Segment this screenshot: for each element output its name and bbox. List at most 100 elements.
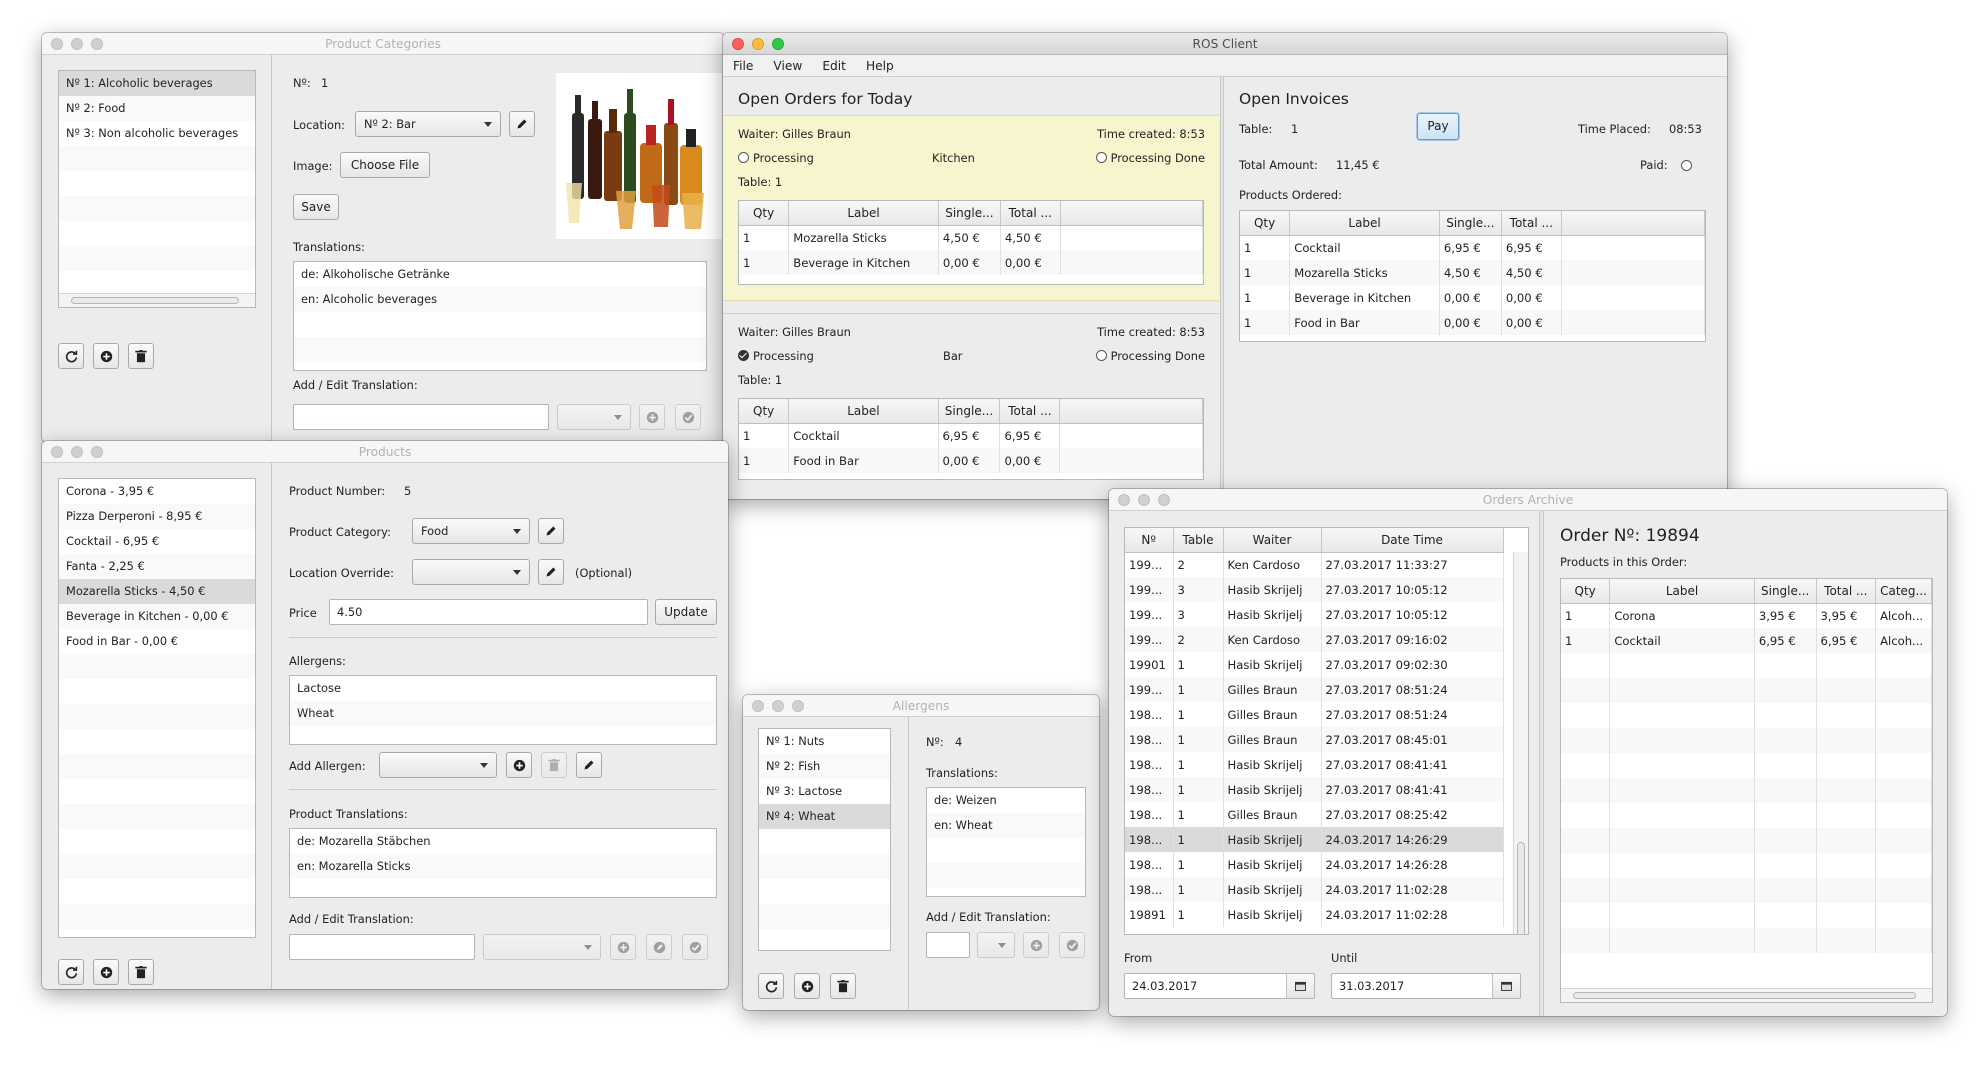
close-dot[interactable] (752, 700, 764, 712)
zoom-dot[interactable] (772, 38, 784, 50)
col-label[interactable]: Label (1289, 211, 1440, 236)
translations-list[interactable]: de: Weizen en: Wheat (926, 787, 1086, 897)
until-date-input[interactable]: 31.03.2017 (1331, 973, 1521, 999)
col-category[interactable]: Categ... (1875, 579, 1932, 604)
scrollbar-thumb[interactable] (71, 297, 239, 304)
minimize-dot[interactable] (1138, 494, 1150, 506)
list-item[interactable]: Beverage in Kitchen - 0,00 € (59, 604, 255, 629)
table-row[interactable]: 19891 1 Hasib Skrijelj 24.03.2017 11:02:28 (1125, 902, 1504, 927)
table-row[interactable]: 19901 1 Hasib Skrijelj 27.03.2017 09:02:30 (1125, 652, 1504, 677)
list-item[interactable]: Nº 3: Lactose (759, 779, 890, 804)
menu-file[interactable]: File (723, 55, 763, 76)
list-item[interactable]: Nº 1: Nuts (759, 729, 890, 754)
edit-translation-button[interactable] (646, 934, 672, 960)
translation-input[interactable] (926, 932, 970, 958)
col-single[interactable]: Single... (1754, 579, 1817, 604)
splitter[interactable] (1539, 511, 1544, 1016)
splitter[interactable] (1220, 77, 1224, 499)
col-number[interactable]: Nº (1125, 528, 1174, 553)
col-date-time[interactable]: Date Time (1321, 528, 1504, 553)
scrollbar-thumb[interactable] (1517, 842, 1525, 934)
add-button[interactable] (93, 343, 119, 369)
processing-done-radio[interactable]: Processing Done (1095, 349, 1205, 363)
processing-done-radio[interactable]: Processing Done (1095, 151, 1205, 165)
location-select[interactable]: Nº 2: Bar (355, 111, 501, 137)
table-row[interactable]: 1 Food in Bar 0,00 €0,00 € (1240, 310, 1705, 335)
translations-list[interactable]: de: Alkoholische Getränke en: Alcoholic … (293, 261, 707, 371)
order-items-table[interactable]: Qty Label Single... Total ... 1 Mozarella St… (738, 200, 1204, 285)
delete-button[interactable] (128, 343, 154, 369)
delete-allergen-button[interactable] (541, 752, 567, 778)
order-card[interactable]: Waiter: Gilles Braun Time created: 8:53 … (723, 115, 1219, 301)
location-override-select[interactable] (412, 559, 530, 585)
close-dot[interactable] (51, 38, 63, 50)
price-input[interactable]: 4.50 (329, 599, 648, 625)
table-row[interactable]: 1 Cocktail 6,95 €6,95 € (739, 423, 1203, 448)
col-total[interactable]: Total ... (1816, 579, 1877, 604)
order-items-table[interactable]: Qty Label Single... Total ... 1 Cocktail 6,95… (738, 398, 1204, 480)
menu-view[interactable]: View (763, 55, 812, 76)
col-single[interactable]: Single... (938, 201, 1001, 226)
update-button[interactable]: Update (655, 599, 717, 625)
splitter[interactable] (271, 463, 272, 989)
col-qty[interactable]: Qty (1240, 211, 1291, 236)
table-row[interactable]: 199... 2 Ken Cardoso 27.03.2017 09:16:02 (1125, 627, 1504, 652)
list-item[interactable]: en: Mozarella Sticks (290, 854, 716, 879)
table-row[interactable]: 198... 1 Hasib Skrijelj 24.03.2017 14:26:28 (1125, 852, 1504, 877)
list-item[interactable]: Lactose (290, 676, 716, 701)
horizontal-scrollbar[interactable] (1561, 988, 1932, 1002)
table-row[interactable]: 1 Cocktail 6,95 €6,95 € (1240, 235, 1705, 260)
list-item[interactable]: Wheat (290, 701, 716, 726)
list-item[interactable]: Nº 1: Alcoholic beverages (59, 71, 255, 96)
list-item[interactable]: Nº 3: Non alcoholic beverages (59, 121, 255, 146)
calendar-button[interactable] (1286, 974, 1314, 998)
edit-allergen-button[interactable] (576, 752, 602, 778)
translation-input[interactable] (289, 934, 475, 960)
minimize-dot[interactable] (71, 446, 83, 458)
confirm-translation-button[interactable] (675, 404, 701, 430)
refresh-button[interactable] (58, 959, 84, 985)
table-row[interactable]: 198... 1 Gilles Braun 27.03.2017 08:45:01 (1125, 727, 1504, 752)
col-qty[interactable]: Qty (739, 399, 790, 424)
col-waiter[interactable]: Waiter (1223, 528, 1322, 553)
list-item[interactable]: de: Alkoholische Getränke (294, 262, 706, 287)
table-row[interactable]: 198... 1 Hasib Skrijelj 24.03.2017 11:02:28 (1125, 877, 1504, 902)
col-table[interactable]: Table (1173, 528, 1224, 553)
table-row[interactable]: 199... 3 Hasib Skrijelj 27.03.2017 10:05:12 (1125, 602, 1504, 627)
pay-button[interactable]: Pay (1417, 113, 1459, 140)
splitter[interactable] (908, 717, 909, 1010)
order-card[interactable]: Waiter: Gilles Braun Time created: 8:53 … (723, 313, 1219, 491)
list-item[interactable]: de: Mozarella Stäbchen (290, 829, 716, 854)
table-row[interactable]: 198... 1 Hasib Skrijelj 27.03.2017 08:41:41 (1125, 777, 1504, 802)
list-item[interactable]: Corona - 3,95 € (59, 479, 255, 504)
list-item[interactable]: en: Wheat (927, 813, 1085, 838)
language-select[interactable] (557, 404, 631, 430)
title-bar[interactable]: Products (42, 441, 728, 463)
menu-help[interactable]: Help (856, 55, 904, 76)
list-item[interactable]: Nº 4: Wheat (759, 804, 890, 829)
edit-location-button[interactable] (509, 111, 535, 137)
zoom-dot[interactable] (792, 700, 804, 712)
allergen-select[interactable] (379, 752, 497, 778)
calendar-button[interactable] (1492, 974, 1520, 998)
menu-edit[interactable]: Edit (812, 55, 856, 76)
processing-radio[interactable]: Processing (738, 151, 814, 165)
title-bar[interactable]: Allergens (743, 695, 1099, 717)
zoom-dot[interactable] (91, 446, 103, 458)
vertical-scrollbar[interactable] (1513, 552, 1528, 934)
language-select[interactable] (483, 934, 601, 960)
add-translation-button[interactable] (639, 404, 665, 430)
allergen-list[interactable]: Nº 1: Nuts Nº 2: Fish Nº 3: Lactose Nº 4… (758, 728, 891, 951)
table-row[interactable]: 198... 1 Hasib Skrijelj 24.03.2017 14:26:29 (1125, 827, 1504, 852)
paid-radio[interactable] (1681, 159, 1696, 173)
edit-location-override-button[interactable] (538, 559, 564, 585)
table-row[interactable]: 1 Corona 3,95 €3,95 € Alcoh... (1561, 603, 1932, 628)
refresh-button[interactable] (758, 973, 784, 999)
col-total[interactable]: Total ... (1000, 201, 1061, 226)
zoom-dot[interactable] (1158, 494, 1170, 506)
col-label[interactable]: Label (788, 201, 939, 226)
delete-button[interactable] (128, 959, 154, 985)
col-label[interactable]: Label (1609, 579, 1755, 604)
list-item[interactable]: de: Weizen (927, 788, 1085, 813)
delete-button[interactable] (830, 973, 856, 999)
